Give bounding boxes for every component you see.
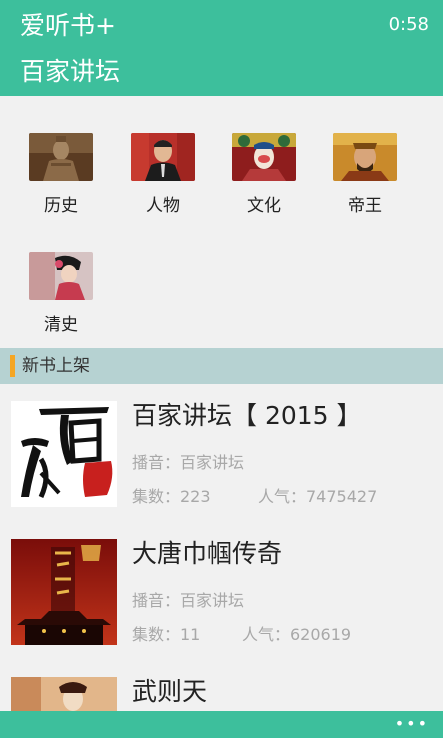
qing-lady-thumbnail [29,252,93,300]
section-title: 新书上架 [22,356,90,376]
book-cover [11,677,117,711]
wu-zetian-cover-art [11,677,117,711]
category-emperor[interactable]: 帝王 [325,133,405,218]
book-narrator: 播音：百家讲坛 [132,591,245,610]
category-people[interactable]: 人物 [123,133,203,218]
leader-portrait-thumbnail [131,133,195,181]
category-grid: 历史 人物 文化 帝王 清史 [0,96,443,348]
page-title: 百家讲坛 [20,57,121,86]
book-cover [11,401,117,507]
category-label: 清史 [44,315,78,335]
section-marker [10,355,15,377]
category-label: 人物 [146,196,180,216]
emperor-portrait-thumbnail [333,133,397,181]
calligraphy-cover-art [11,401,117,507]
category-qing-history[interactable]: 清史 [21,252,101,337]
book-title: 大唐巾帼传奇 [132,539,283,568]
app-bar: ••• [0,711,443,738]
category-culture[interactable]: 文化 [224,133,304,218]
terracotta-warrior-thumbnail [29,133,93,181]
app-title: 爱听书+ [20,11,116,40]
more-options-icon[interactable]: ••• [395,715,429,733]
category-label: 帝王 [348,196,382,216]
section-header-new-books: 新书上架 [0,348,443,384]
status-clock: 0:58 [388,14,429,35]
opera-mask-thumbnail [232,133,296,181]
palace-cover-art [11,539,117,645]
book-item[interactable]: 武则天 [0,677,443,711]
book-title: 武则天 [132,677,208,706]
category-label: 历史 [44,196,78,216]
book-title: 百家讲坛【 2015 】 [132,401,362,430]
book-item[interactable]: 百家讲坛【 2015 】 播音：百家讲坛 集数：223 人气：7475427 [0,401,443,531]
book-popularity: 人气：7475427 [258,487,378,506]
book-cover [11,539,117,645]
book-episode-count: 集数：223 [132,487,211,506]
book-episode-count: 集数：11 [132,625,201,644]
book-popularity: 人气：620619 [242,625,352,644]
category-label: 文化 [247,196,281,216]
category-history[interactable]: 历史 [21,133,101,218]
book-narrator: 播音：百家讲坛 [132,453,245,472]
book-item[interactable]: 大唐巾帼传奇 播音：百家讲坛 集数：11 人气：620619 [0,539,443,669]
app-header: 爱听书+ 0:58 百家讲坛 [0,0,443,96]
